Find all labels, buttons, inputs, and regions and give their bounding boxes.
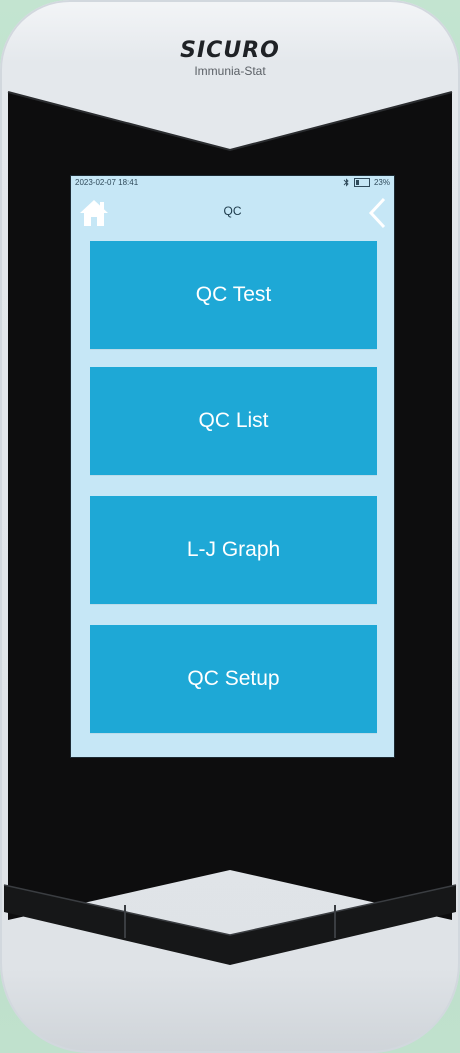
lj-graph-button[interactable]: L-J Graph <box>90 496 377 604</box>
lcd-screen: 2023-02-07 18:41 23% QC QC Test QC List … <box>70 175 395 758</box>
qc-test-button[interactable]: QC Test <box>90 241 377 349</box>
chevron-left-icon[interactable] <box>366 196 388 230</box>
device-body: SICURO Immunia-Stat 2023-02-07 18:41 23%… <box>0 0 460 1053</box>
bluetooth-icon <box>343 178 349 187</box>
battery-fill <box>355 180 359 185</box>
qc-list-button[interactable]: QC List <box>90 367 377 475</box>
battery-percent: 23% <box>373 178 390 187</box>
status-bar: 2023-02-07 18:41 23% <box>71 176 394 190</box>
status-datetime: 2023-02-07 18:41 <box>75 178 139 187</box>
status-right: 23% <box>343 178 390 187</box>
title-bar: QC <box>71 194 394 232</box>
page-title: QC <box>223 204 242 218</box>
qc-setup-button[interactable]: QC Setup <box>90 625 377 733</box>
battery-icon <box>353 178 370 187</box>
photo-background: SICURO Immunia-Stat 2023-02-07 18:41 23%… <box>0 0 460 1053</box>
